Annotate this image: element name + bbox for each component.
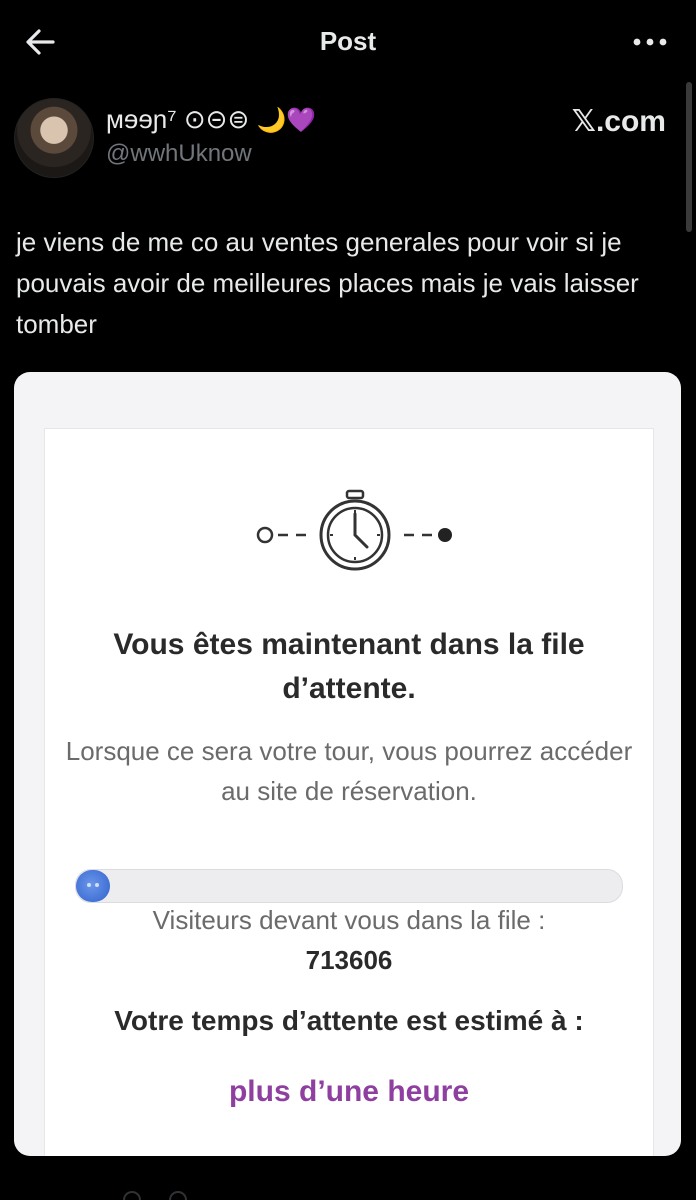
display-name-text: ϻɘɘɲ⁷ ⊙⊝⊜ — [106, 104, 250, 134]
tweet-media-image[interactable]: Vous êtes maintenant dans la file d’atte… — [14, 372, 681, 1156]
wait-time-label: Votre temps d’attente est estimé à : — [114, 1005, 584, 1036]
queue-card: Vous êtes maintenant dans la file d’atte… — [44, 428, 654, 1156]
display-name-emojis: 🌙💜 — [256, 107, 317, 134]
more-dots-icon — [633, 38, 667, 46]
source-label: 𝕏.com — [571, 105, 666, 138]
wait-time-value: plus d’une heure — [228, 1075, 470, 1108]
visitors-ahead-count: 713606 — [305, 945, 393, 975]
top-bar: Post — [0, 0, 696, 86]
more-button[interactable] — [630, 28, 670, 56]
visitors-ahead-label: Visiteurs devant vous dans la file : — [152, 905, 546, 935]
scrollbar[interactable] — [686, 82, 692, 232]
author-handle[interactable]: @wwhUknow — [106, 140, 252, 168]
tweet-text: je viens de me co au ventes generales po… — [16, 227, 639, 339]
queue-title: Vous êtes maintenant dans la file d’atte… — [113, 628, 585, 705]
queue-subtitle: Lorsque ce sera votre tour, vous pourrez… — [65, 736, 633, 806]
page-title: Post — [319, 26, 377, 56]
queue-progress-bar — [75, 869, 623, 903]
avatar[interactable] — [14, 98, 94, 178]
queue-progress-fill — [76, 870, 110, 902]
author-display-name[interactable]: ϻɘɘɲ⁷ ⊙⊝⊜ 🌙💜 — [106, 104, 316, 135]
stopwatch-icon — [256, 489, 452, 571]
action-bar-hint — [123, 1191, 187, 1200]
